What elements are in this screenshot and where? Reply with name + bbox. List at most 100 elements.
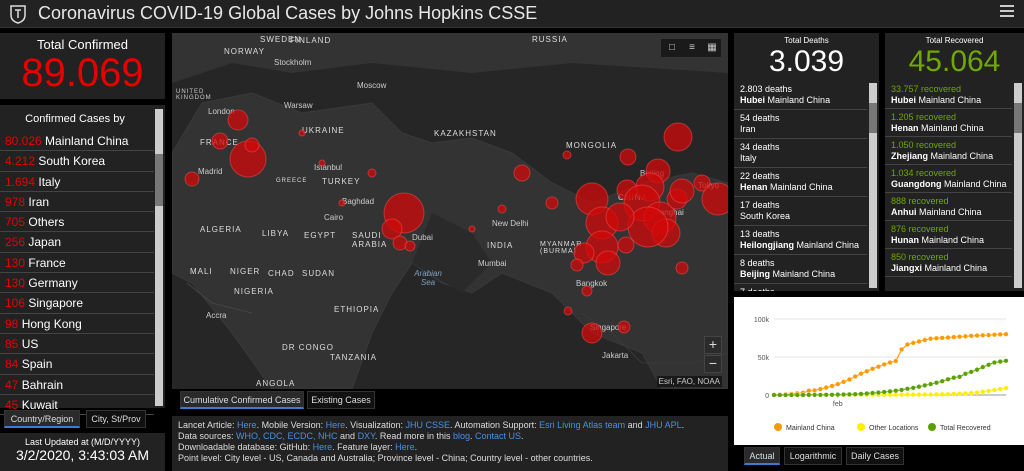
case-bubble[interactable] bbox=[701, 182, 728, 216]
case-bubble[interactable] bbox=[581, 322, 603, 344]
deaths-sublocation: Iran bbox=[740, 124, 756, 134]
recovered-list-scroll-thumb[interactable] bbox=[1014, 103, 1022, 133]
confirmed-list-item[interactable]: 256 Japan bbox=[0, 232, 154, 253]
confirmed-count: 256 bbox=[5, 235, 26, 250]
deaths-location: Hubei bbox=[740, 95, 766, 105]
chart-data-point bbox=[974, 390, 980, 395]
case-bubble[interactable] bbox=[595, 250, 621, 276]
jhu-apl-link[interactable]: JHU APL bbox=[645, 420, 682, 430]
zoom-out-button[interactable]: − bbox=[704, 355, 722, 373]
confirmed-list-item[interactable]: 130 Germany bbox=[0, 273, 154, 294]
case-bubble[interactable] bbox=[669, 178, 695, 204]
menu-icon[interactable] bbox=[1000, 5, 1014, 19]
recovered-list-item[interactable]: 1.034 recovered Guangdong Mainland China bbox=[885, 165, 1012, 193]
case-bubble[interactable] bbox=[211, 132, 229, 150]
tab-actual[interactable]: Actual bbox=[744, 447, 780, 465]
case-bubble[interactable] bbox=[617, 320, 631, 334]
jhu-csse-link[interactable]: JHU CSSE bbox=[406, 420, 451, 430]
confirmed-list-scroll-thumb[interactable] bbox=[155, 154, 163, 206]
case-bubble[interactable] bbox=[404, 240, 416, 252]
chart-data-point bbox=[939, 391, 945, 397]
deaths-list-item[interactable]: 7 deaths bbox=[734, 284, 867, 291]
case-bubble[interactable] bbox=[367, 168, 377, 178]
case-bubble[interactable] bbox=[563, 306, 573, 316]
tab-cumulative-confirmed[interactable]: Cumulative Confirmed Cases bbox=[180, 391, 304, 409]
case-bubble[interactable] bbox=[227, 109, 249, 131]
confirmed-list-item[interactable]: 4.212 South Korea bbox=[0, 151, 154, 172]
chart-legend-label: Mainland China bbox=[786, 425, 835, 432]
case-bubbles-layer[interactable] bbox=[172, 33, 728, 389]
confirmed-list-item[interactable]: 80.026 Mainland China bbox=[0, 131, 154, 152]
deaths-list-scroll-thumb[interactable] bbox=[869, 103, 877, 133]
case-bubble[interactable] bbox=[513, 164, 531, 182]
legend-list-icon[interactable]: ≡ bbox=[685, 42, 699, 54]
case-bubble[interactable] bbox=[468, 225, 476, 233]
basemap-gallery-icon[interactable]: ▦ bbox=[705, 42, 719, 54]
confirmed-list-item[interactable]: 47 Bahrain bbox=[0, 375, 154, 395]
chart-data-point bbox=[916, 384, 922, 390]
case-bubble[interactable] bbox=[562, 150, 572, 160]
feature-layer-link[interactable]: Here bbox=[395, 442, 415, 452]
data-sources-link[interactable]: WHO, CDC, ECDC, NHC bbox=[236, 431, 338, 441]
case-bubble[interactable] bbox=[627, 206, 669, 248]
confirmed-list-item[interactable]: 85 US bbox=[0, 334, 154, 355]
recovered-list-item[interactable]: 850 recovered Jiangxi Mainland China bbox=[885, 249, 1012, 277]
world-map[interactable]: SWEDEN FINLAND RUSSIA NORWAY Stockholm M… bbox=[172, 33, 728, 389]
deaths-list-item[interactable]: 2.803 deaths Hubei Mainland China bbox=[734, 81, 867, 110]
case-bubble[interactable] bbox=[675, 261, 689, 275]
bookmark-icon[interactable]: □ bbox=[665, 42, 679, 54]
lancet-link[interactable]: Here bbox=[237, 420, 257, 430]
contact-link[interactable]: Contact US bbox=[475, 431, 521, 441]
github-link[interactable]: Here bbox=[313, 442, 333, 452]
recovered-list-item[interactable]: 888 recovered Anhui Mainland China bbox=[885, 193, 1012, 221]
confirmed-list-item[interactable]: 978 Iran bbox=[0, 192, 154, 213]
deaths-list-item[interactable]: 34 deaths Italy bbox=[734, 139, 867, 168]
confirmed-list-item[interactable]: 130 France bbox=[0, 253, 154, 274]
deaths-list-item[interactable]: 54 deaths Iran bbox=[734, 110, 867, 139]
deaths-list-item[interactable]: 13 deaths Heilongjiang Mainland China bbox=[734, 226, 867, 255]
tab-daily-cases[interactable]: Daily Cases bbox=[846, 447, 904, 465]
deaths-list-scrollbar[interactable] bbox=[869, 83, 877, 288]
tab-country-region[interactable]: Country/Region bbox=[4, 410, 80, 428]
recovered-list-item[interactable]: 876 recovered Hunan Mainland China bbox=[885, 221, 1012, 249]
confirmed-list-item[interactable]: 106 Singapore bbox=[0, 293, 154, 314]
deaths-list-item[interactable]: 8 deaths Beijing Mainland China bbox=[734, 255, 867, 284]
recovered-list-item[interactable]: 1.205 recovered Henan Mainland China bbox=[885, 109, 1012, 137]
case-bubble[interactable] bbox=[663, 122, 693, 152]
confirmed-list-item[interactable]: 1.694 Italy bbox=[0, 172, 154, 192]
tab-city-state[interactable]: City, St/Prov bbox=[86, 410, 146, 428]
zoom-in-button[interactable]: + bbox=[704, 336, 722, 354]
chart-data-point bbox=[916, 338, 922, 344]
case-bubble[interactable] bbox=[497, 204, 507, 214]
confirmed-list-item[interactable]: 705 Others bbox=[0, 212, 154, 233]
tab-logarithmic[interactable]: Logarithmic bbox=[784, 447, 842, 465]
case-bubble[interactable] bbox=[617, 236, 635, 254]
confirmed-list-item[interactable]: 98 Hong Kong bbox=[0, 314, 154, 334]
confirmed-list-item[interactable]: 84 Spain bbox=[0, 354, 154, 375]
dxy-link[interactable]: DXY bbox=[358, 431, 375, 441]
case-bubble[interactable] bbox=[570, 258, 584, 272]
chart-data-point bbox=[800, 392, 806, 398]
recovered-list-item[interactable]: 33.757 recovered Hubei Mainland China bbox=[885, 81, 1012, 109]
case-bubble[interactable] bbox=[244, 137, 260, 153]
recovered-list-item[interactable]: 1.050 recovered Zhejiang Mainland China bbox=[885, 137, 1012, 165]
case-bubble[interactable] bbox=[338, 199, 346, 207]
confirmed-list-scrollbar[interactable] bbox=[155, 109, 163, 406]
case-bubble[interactable] bbox=[184, 171, 200, 187]
case-bubble[interactable] bbox=[545, 196, 559, 210]
blog-link[interactable]: blog bbox=[453, 431, 470, 441]
esri-link[interactable]: Esri Living Atlas team bbox=[539, 420, 625, 430]
chart-data-point bbox=[980, 364, 986, 370]
case-bubble[interactable] bbox=[619, 148, 637, 166]
chart-data-point bbox=[829, 383, 835, 389]
tab-existing-cases[interactable]: Existing Cases bbox=[307, 391, 375, 409]
deaths-list-item[interactable]: 17 deaths South Korea bbox=[734, 197, 867, 226]
recovered-list-scrollbar[interactable] bbox=[1014, 83, 1022, 288]
chart-data-point bbox=[997, 331, 1003, 337]
case-bubble[interactable] bbox=[318, 159, 326, 167]
case-bubble[interactable] bbox=[581, 285, 593, 297]
case-bubble[interactable] bbox=[298, 129, 306, 137]
case-bubble[interactable] bbox=[605, 202, 635, 232]
mobile-link[interactable]: Here bbox=[326, 420, 346, 430]
deaths-list-item[interactable]: 22 deaths Henan Mainland China bbox=[734, 168, 867, 197]
